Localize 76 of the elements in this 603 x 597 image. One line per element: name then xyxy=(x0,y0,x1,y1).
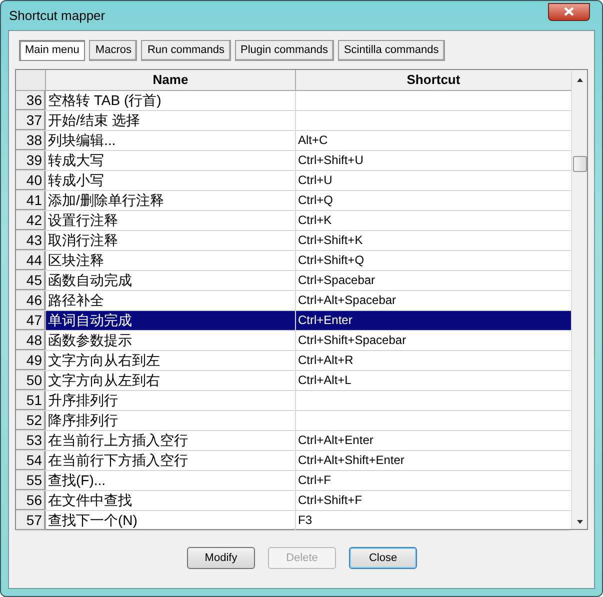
row-number: 51 xyxy=(16,390,46,410)
row-number: 57 xyxy=(16,510,46,530)
table-cell[interactable]: Ctrl+Shift+Q xyxy=(296,250,571,270)
column-header[interactable]: Name xyxy=(46,70,296,90)
table-cell[interactable]: 函数参数提示 xyxy=(46,330,296,350)
table-cell[interactable]: 开始/结束 选择 xyxy=(46,110,296,130)
row-number: 40 xyxy=(16,170,46,190)
table-cell[interactable]: 设置行注释 xyxy=(46,210,296,230)
table-cell[interactable]: 在当前行下方插入空行 xyxy=(46,450,296,470)
row-number: 47 xyxy=(16,310,46,330)
tab[interactable]: Scintilla commands xyxy=(338,40,445,61)
table-cell[interactable]: 取消行注释 xyxy=(46,230,296,250)
table-cell[interactable]: 降序排列行 xyxy=(46,410,296,430)
table-cell[interactable]: 区块注释 xyxy=(46,250,296,270)
row-number: 42 xyxy=(16,210,46,230)
table-cell[interactable]: 查找下一个(N) xyxy=(46,510,296,530)
scrollbar[interactable] xyxy=(571,70,587,529)
tab[interactable]: Run commands xyxy=(141,40,231,61)
table-cell[interactable]: 升序排列行 xyxy=(46,390,296,410)
tab[interactable]: Macros xyxy=(89,40,138,61)
table-cell[interactable]: 列块编辑... xyxy=(46,130,296,150)
row-number: 45 xyxy=(16,270,46,290)
table-cell[interactable]: Ctrl+Spacebar xyxy=(296,270,571,290)
table-cell[interactable]: 查找(F)... xyxy=(46,470,296,490)
table-cell[interactable]: 函数自动完成 xyxy=(46,270,296,290)
dialog-button[interactable]: Modify xyxy=(187,547,255,569)
table-cell[interactable]: Ctrl+Alt+L xyxy=(296,370,571,390)
table-cell[interactable]: Ctrl+Q xyxy=(296,190,571,210)
table-cell[interactable]: 空格转 TAB (行首) xyxy=(46,90,296,110)
row-number: 46 xyxy=(16,290,46,310)
scroll-thumb[interactable] xyxy=(572,156,586,172)
tab[interactable]: Plugin commands xyxy=(234,40,334,61)
table-cell[interactable]: Alt+C xyxy=(296,130,571,150)
row-number: 48 xyxy=(16,330,46,350)
table-cell[interactable]: 路径补全 xyxy=(46,290,296,310)
row-number: 53 xyxy=(16,430,46,450)
window-title: Shortcut mapper xyxy=(9,6,106,25)
table-cell[interactable]: 添加/删除单行注释 xyxy=(46,190,296,210)
table-cell[interactable]: Ctrl+Alt+Enter xyxy=(296,430,571,450)
table-cell[interactable]: Ctrl+Enter xyxy=(296,310,571,330)
row-number: 39 xyxy=(16,150,46,170)
table-cell[interactable]: Ctrl+U xyxy=(296,170,571,190)
row-number: 56 xyxy=(16,490,46,510)
row-number: 36 xyxy=(16,90,46,110)
row-number: 55 xyxy=(16,470,46,490)
row-number: 43 xyxy=(16,230,46,250)
table-cell[interactable]: 文字方向从右到左 xyxy=(46,350,296,370)
row-number: 50 xyxy=(16,370,46,390)
row-number: 37 xyxy=(16,110,46,130)
close-button[interactable] xyxy=(548,2,590,20)
row-number: 49 xyxy=(16,350,46,370)
table-cell[interactable]: 转成小写 xyxy=(46,170,296,190)
row-number: 38 xyxy=(16,130,46,150)
table-cell[interactable]: Ctrl+Shift+K xyxy=(296,230,571,250)
tab[interactable]: Main menu xyxy=(19,40,86,61)
table-cell[interactable]: Ctrl+K xyxy=(296,210,571,230)
table-cell[interactable]: Ctrl+Alt+R xyxy=(296,350,571,370)
table-cell[interactable]: Ctrl+Alt+Shift+Enter xyxy=(296,450,571,470)
dialog-button[interactable]: Close xyxy=(349,547,417,569)
row-number: 44 xyxy=(16,250,46,270)
table-cell[interactable]: Ctrl+Shift+U xyxy=(296,150,571,170)
close-icon xyxy=(564,7,574,16)
row-number: 54 xyxy=(16,450,46,470)
table-cell[interactable]: Ctrl+Shift+F xyxy=(296,490,571,510)
column-header[interactable]: Shortcut xyxy=(296,70,571,90)
table-cell[interactable]: 转成大写 xyxy=(46,150,296,170)
table-cell[interactable]: Ctrl+Shift+Spacebar xyxy=(296,330,571,350)
table-cell[interactable]: Ctrl+F xyxy=(296,470,571,490)
row-number: 52 xyxy=(16,410,46,430)
table-cell[interactable]: 单词自动完成 xyxy=(46,310,296,330)
table-cell[interactable]: 文字方向从左到右 xyxy=(46,370,296,390)
row-number: 41 xyxy=(16,190,46,210)
table-cell[interactable]: Ctrl+Alt+Spacebar xyxy=(296,290,571,310)
table-cell[interactable]: F3 xyxy=(296,510,571,530)
table-cell[interactable]: 在文件中查找 xyxy=(46,490,296,510)
table-cell[interactable]: 在当前行上方插入空行 xyxy=(46,430,296,450)
